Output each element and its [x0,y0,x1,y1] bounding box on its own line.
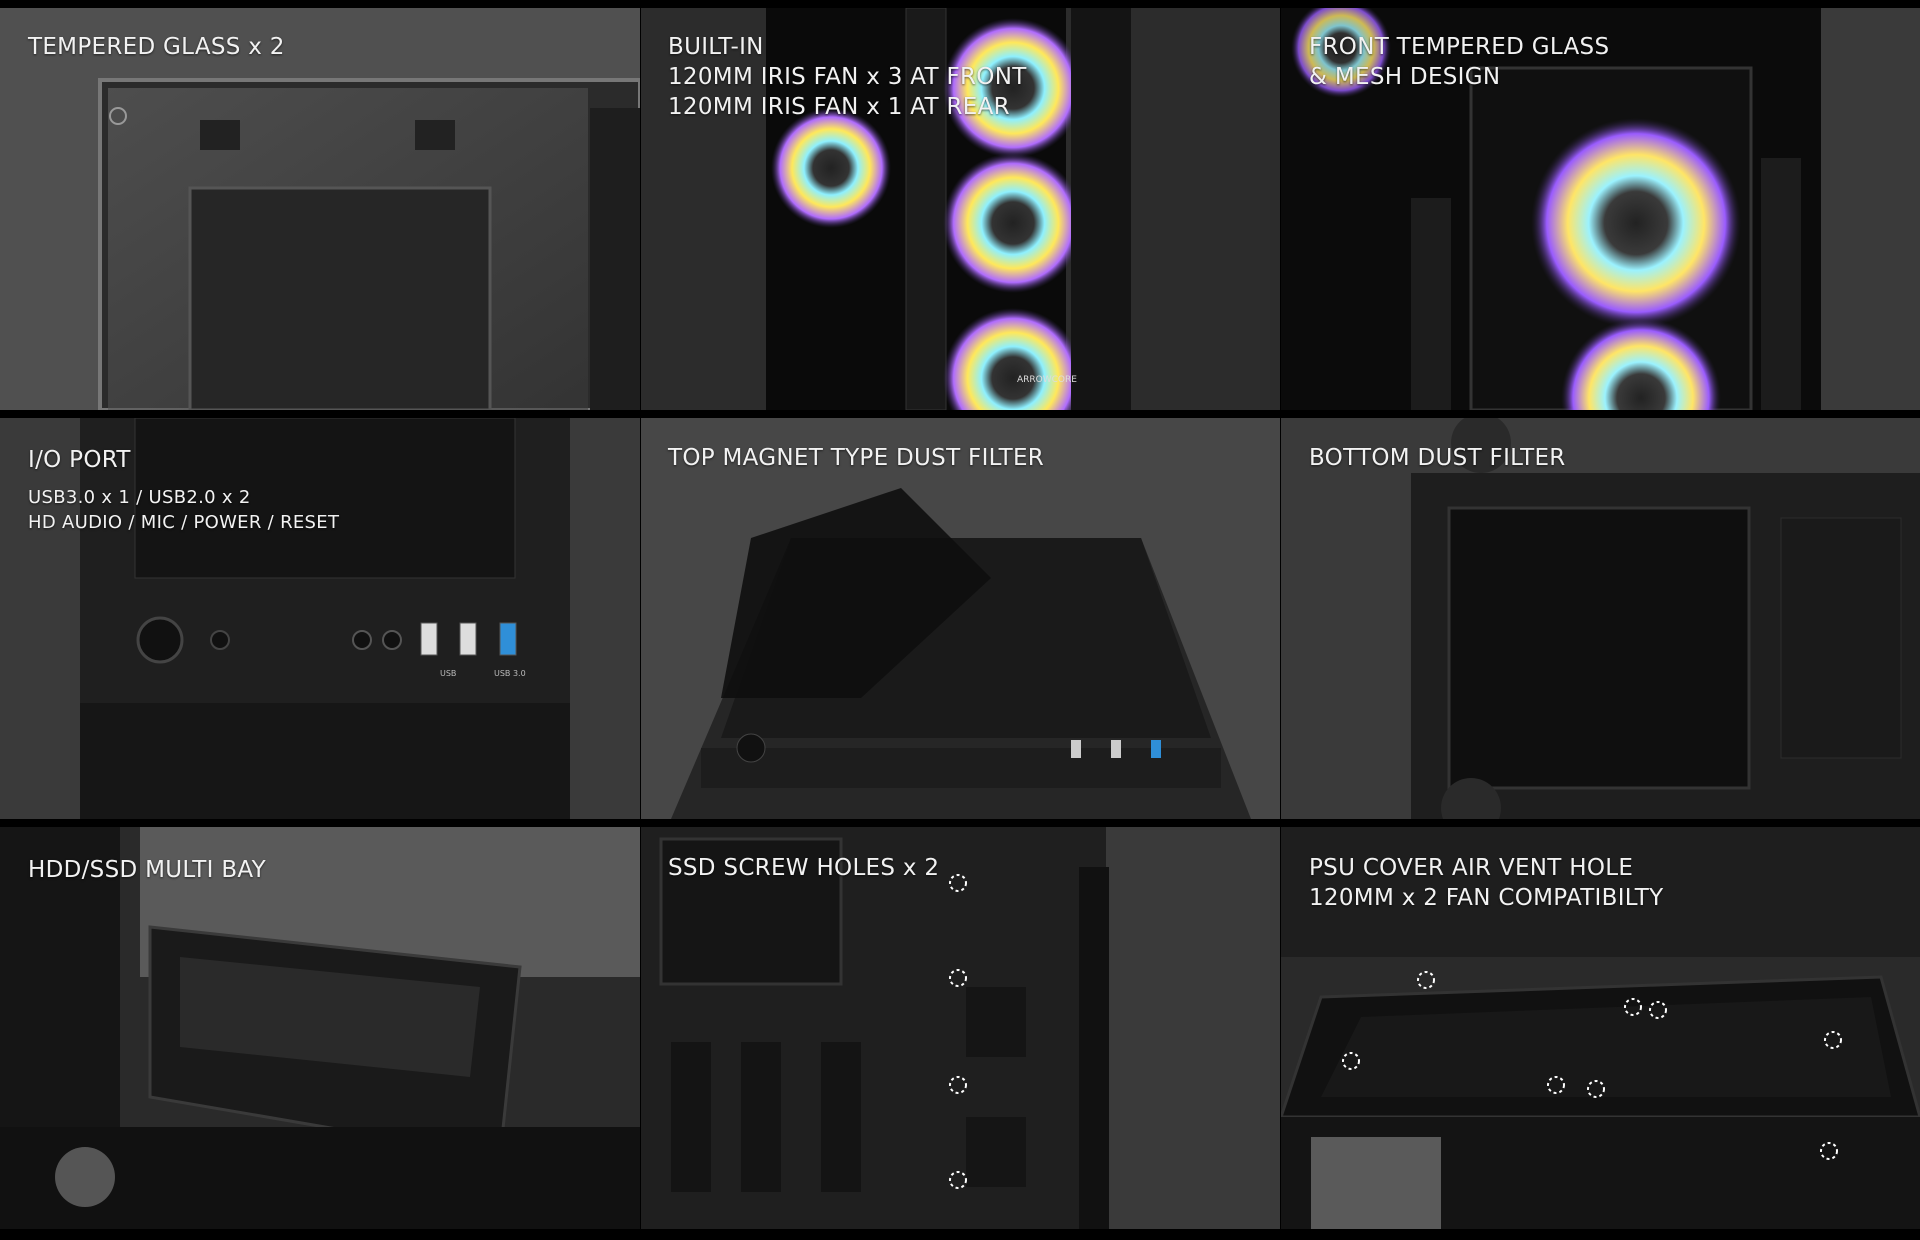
multi-bay-photo [0,827,640,1229]
panel-bottom-dust-filter [1281,418,1920,819]
panel-top-dust-filter [641,418,1280,819]
caption-line: 120MM IRIS FAN x 1 AT REAR [668,94,1010,120]
caption-line: TOP MAGNET TYPE DUST FILTER [668,445,1045,471]
caption-bottom-filter: BOTTOM DUST FILTER [1309,443,1566,473]
caption-line: HDD/SSD MULTI BAY [28,857,267,883]
caption-line: BUILT-IN [668,34,764,60]
caption-front-glass: FRONT TEMPERED GLASS & MESH DESIGN [1309,32,1609,92]
caption-io-port: I/O PORT USB3.0 x 1 / USB2.0 x 2 HD AUDI… [28,445,339,535]
fan-logo-text: ARROWCORE [1017,375,1077,385]
top-filter-photo [641,418,1280,819]
caption-line: PSU COVER AIR VENT HOLE [1309,855,1634,881]
usb3-port-label: USB 3.0 [494,669,526,678]
caption-line: & MESH DESIGN [1309,64,1501,90]
tempered-glass-photo [0,8,640,410]
ssd-screw-photo [641,827,1280,1229]
caption-built-in-fans: BUILT-IN 120MM IRIS FAN x 3 AT FRONT 120… [668,32,1027,122]
caption-top-filter: TOP MAGNET TYPE DUST FILTER [668,443,1044,473]
panel-tempered-glass [0,8,640,410]
caption-line: TEMPERED GLASS x 2 [28,34,285,60]
caption-sub-line: USB3.0 x 1 / USB2.0 x 2 [28,487,251,508]
caption-line: 120MM IRIS FAN x 3 AT FRONT [668,64,1027,90]
caption-tempered-glass: TEMPERED GLASS x 2 [28,32,285,62]
caption-line: FRONT TEMPERED GLASS [1309,34,1610,60]
panel-hdd-ssd-bay [0,827,640,1229]
caption-psu-cover: PSU COVER AIR VENT HOLE 120MM x 2 FAN CO… [1309,853,1663,913]
caption-sub-line: HD AUDIO / MIC / POWER / RESET [28,512,340,533]
caption-line: BOTTOM DUST FILTER [1309,445,1566,471]
caption-line: SSD SCREW HOLES x 2 [668,855,940,881]
caption-sub: USB3.0 x 1 / USB2.0 x 2 HD AUDIO / MIC /… [28,485,339,535]
panel-ssd-screw-holes [641,827,1280,1229]
caption-ssd-screw: SSD SCREW HOLES x 2 [668,853,939,883]
usb-port-label: USB [440,669,457,678]
caption-line: I/O PORT [28,447,131,473]
bottom-filter-photo [1281,418,1920,819]
feature-grid: USB USB 3.0 TEMPERED GLASS x 2 BUILT-IN … [0,0,1920,1240]
caption-multi-bay: HDD/SSD MULTI BAY [28,855,266,885]
caption-line: 120MM x 2 FAN COMPATIBILTY [1309,885,1664,911]
